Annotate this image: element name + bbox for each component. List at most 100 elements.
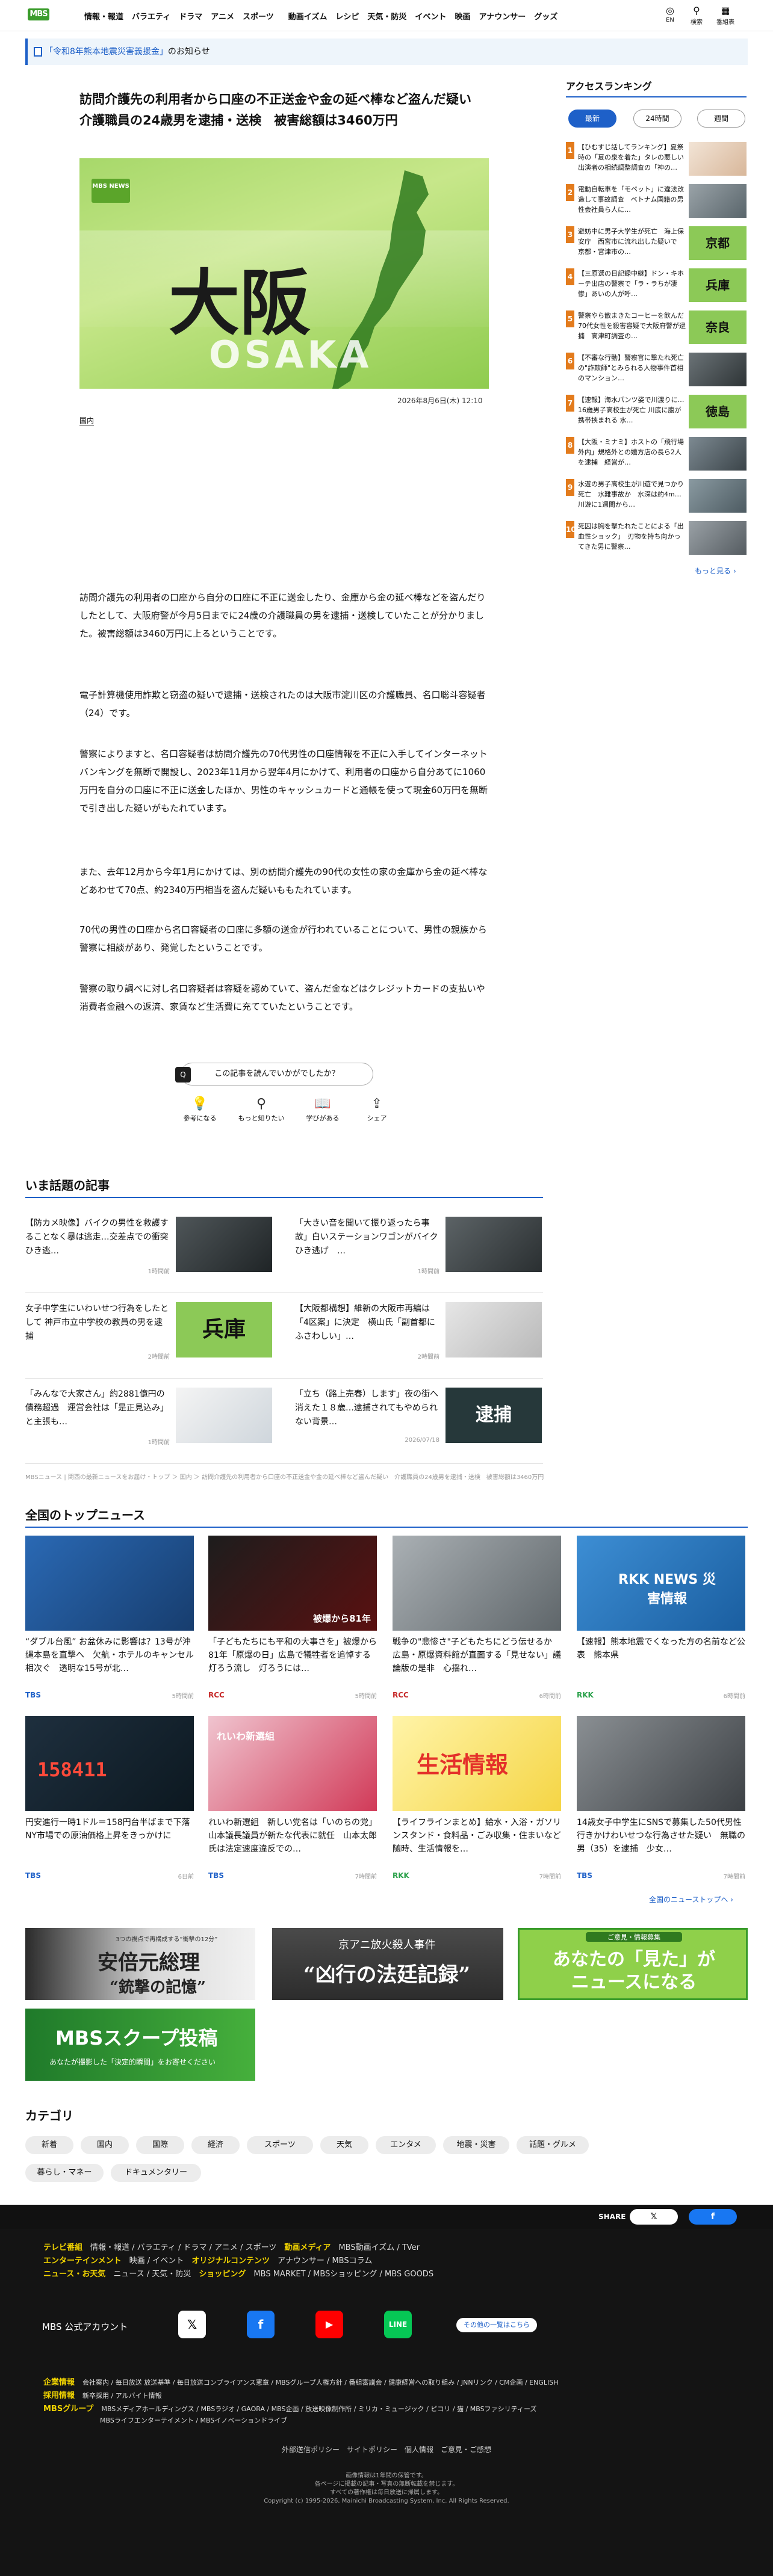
category-chip[interactable]: 天気 bbox=[320, 2136, 368, 2154]
category-chip[interactable]: 新着 bbox=[25, 2136, 73, 2154]
national-news-card[interactable]: れいわ新選組 れいわ新選組 新しい党名は「いのちの党」山本議長議員が新たな代表に就… bbox=[208, 1716, 377, 1891]
ranking-tab-latest[interactable]: 最新 bbox=[568, 110, 616, 128]
ranking-thumbnail bbox=[689, 479, 747, 513]
notice-banner[interactable]: 「令和8年熊本地震災害義援金」のお知らせ bbox=[25, 39, 748, 65]
nav-item[interactable]: アニメ bbox=[211, 10, 234, 22]
national-news-card[interactable]: RKK NEWS 災害情報 【速報】熊本地震でくなった方の名前など公表 熊本県 RK… bbox=[577, 1536, 745, 1710]
nav-item[interactable]: イベント bbox=[415, 10, 446, 22]
ranking-thumbnail: 兵庫 bbox=[689, 268, 747, 302]
share-button[interactable]: ⇪ シェア bbox=[353, 1095, 401, 1123]
ranking-item[interactable]: 2 電動自転車を「モペット」に違法改造して事故調査 ベトナム国籍の男性会社員ら人に… bbox=[566, 184, 747, 226]
breadcrumb[interactable]: MBSニュース | 関西の最新ニュースをお届け・トップ ＞ 国内 ＞ 訪問介護先… bbox=[25, 1472, 748, 1481]
nav-item[interactable]: バラエティ bbox=[132, 10, 170, 22]
national-news-card[interactable]: “ダブル台風” お盆休みに影響は？13号が沖縄本島を直撃へ 欠航・ホテルのキャン… bbox=[25, 1536, 194, 1710]
topic-article[interactable]: 【大阪都構想】維新の大阪市再編は「4区案」に決定 横山氏「副首都にふさわしい」…… bbox=[295, 1302, 548, 1374]
site-header: MBS 情報・報道 バラエティ ドラマ アニメ スポーツ 動画イズム レシピ 天… bbox=[0, 0, 773, 31]
ranking-thumbnail bbox=[689, 437, 747, 471]
youtube-icon[interactable]: ▶ bbox=[315, 2311, 343, 2338]
ranking-more-link[interactable]: もっと見る › bbox=[695, 566, 736, 576]
national-news-card[interactable]: 戦争の"悲惨さ"子どもたちにどう伝せるか 広島・原爆資料館が直面する「見せない」… bbox=[393, 1536, 561, 1710]
article-category-link[interactable]: 国内 bbox=[79, 415, 95, 426]
topic-thumbnail bbox=[176, 1388, 272, 1443]
category-chip[interactable]: ドキュメンタリー bbox=[111, 2164, 201, 2182]
nav-item[interactable]: ドラマ bbox=[179, 10, 202, 22]
nav-item[interactable]: 映画 bbox=[455, 10, 470, 22]
nav-item[interactable]: 天気・防災 bbox=[367, 10, 406, 22]
facebook-share-button[interactable]: f bbox=[689, 2209, 737, 2225]
ranking-item[interactable]: 4 【三原選の日記録中継】ドン・キホーテ出店の警察で「ラ・ラちが凄惨」あいの人が呼… bbox=[566, 268, 747, 310]
kyoani-feature-banner[interactable]: 京アニ放火殺人事件 “凶行の法廷記録” bbox=[272, 1928, 503, 2000]
feedback-learning-button[interactable]: 📖 学びがある bbox=[299, 1095, 347, 1123]
article-date: 2026年8月6日(木) 12:10 bbox=[397, 397, 483, 405]
notice-highlight: 「令和8年熊本地震災害義援金」 bbox=[45, 47, 168, 57]
ranking-thumbnail: 徳島 bbox=[689, 395, 747, 428]
mbs-logo[interactable]: MBS bbox=[28, 8, 49, 20]
category-chip[interactable]: 地震・災害 bbox=[443, 2136, 509, 2154]
topic-article[interactable]: 女子中学生にいわいせつ行為をしたとして 神戸市立中学校の教員の男を逮捕 2時間前兵… bbox=[25, 1302, 278, 1374]
abe-feature-banner[interactable]: 3つの視点で再構成する“衝撃の12分” 安倍元総理 “銃撃の記憶” bbox=[25, 1928, 255, 2000]
feedback-question: Q この記事を読んでいかがでしたか？ bbox=[175, 1063, 373, 1086]
hero-subtitle: OSAKA bbox=[209, 333, 373, 377]
share-icon: ⇪ bbox=[371, 1096, 383, 1111]
ranking-item[interactable]: 8 【大阪・ミナミ】ホストの「飛行場外内」規格外との嬉方店の長ら2人を逮捕 経営が… bbox=[566, 437, 747, 479]
news-thumbnail: れいわ新選組 bbox=[208, 1716, 377, 1811]
ranking-item[interactable]: 7 【速報】海水パンツ姿で川渡りに…16歳男子高校生が死亡 川底に腹が携帯挟まれる… bbox=[566, 395, 747, 437]
article-paragraph: また、去年12月から今年1月にかけては、別の訪問介護先の90代の女性の家の金庫か… bbox=[79, 866, 488, 895]
x-share-button[interactable]: 𝕏 bbox=[630, 2209, 678, 2225]
nav-item[interactable]: スポーツ bbox=[243, 10, 274, 22]
ranking-item[interactable]: 10 死因は胸を撃たれたことによる「出血性ショック」 刃物を持ち向かってきた男に警… bbox=[566, 521, 747, 563]
category-chip[interactable]: スポーツ bbox=[247, 2136, 313, 2154]
topic-article[interactable]: 「みんなで大家さん」約2881億円の債務超過 運営会社は「是正見込み」と主張も…… bbox=[25, 1388, 278, 1460]
national-news-card[interactable]: 被爆から81年 「子どもたちにも平和の大事さを」被爆から81年「原爆の日」広島で犠… bbox=[208, 1536, 377, 1710]
news-thumbnail bbox=[393, 1536, 561, 1631]
more-accounts-link[interactable]: その他の一覧はこちら bbox=[456, 2318, 537, 2332]
search-button[interactable]: ⚲ 検索 bbox=[685, 5, 708, 26]
article-paragraph: 70代の男性の口座から名口容疑者の口座に多額の送金が行われていることについて、男… bbox=[79, 924, 487, 953]
ranking-item[interactable]: 3 避妨中に男子大学生が死亡 海上保安庁 西宮市に流れ出した疑いで 京都・宮津市の… bbox=[566, 226, 747, 268]
nav-item[interactable]: 情報・報道 bbox=[84, 10, 123, 22]
footer: テレビ番組 情報・報道 / バラエティ / ドラマ / アニメ / スポーツ 動… bbox=[0, 2229, 773, 2576]
national-news-title: 全国のトップニュース bbox=[25, 1506, 748, 1528]
ranking-item[interactable]: 6 【不審な行動】警察官に撃たれ死亡の"詐欺師"とみられる人物事件首相のマンション… bbox=[566, 353, 747, 395]
category-chip[interactable]: 国内 bbox=[81, 2136, 129, 2154]
program-guide-button[interactable]: ▦ 番組表 bbox=[714, 5, 737, 26]
nav-item[interactable]: グッズ bbox=[534, 10, 557, 22]
scoop-post-banner[interactable]: MBSスクープ投稿 あなたが撮影した「決定的瞬間」をお寄せください bbox=[25, 2009, 255, 2081]
ranking-item[interactable]: 1 【ひむすじ話してランキング】夏祭時の「夏の泉を着た」タレの悪しい出演者の相続調… bbox=[566, 142, 747, 184]
facebook-icon[interactable]: f bbox=[247, 2311, 275, 2338]
category-chip[interactable]: 経済 bbox=[191, 2136, 240, 2154]
nav-item[interactable]: 動画イズム bbox=[288, 10, 328, 22]
nav-item[interactable]: レシピ bbox=[335, 10, 359, 22]
category-chip[interactable]: 国際 bbox=[136, 2136, 184, 2154]
category-chip[interactable]: エンタメ bbox=[376, 2136, 436, 2154]
language-button[interactable]: ◎ EN bbox=[659, 5, 681, 23]
ranking-thumbnail bbox=[689, 184, 747, 218]
footer-policy-links[interactable]: 外部送信ポリシー サイトポリシー 個人情報 ご意見・ご感想 bbox=[0, 2444, 773, 2454]
nav-item[interactable]: アナウンサー bbox=[479, 10, 526, 22]
national-news-card[interactable]: 158411 円安進行一時1ドル＝158円台半ばまで下落 NY市場での原油価格上昇… bbox=[25, 1716, 194, 1891]
category-chip[interactable]: 暮らし・マネー bbox=[25, 2164, 104, 2182]
category-chip[interactable]: 話題・グルメ bbox=[517, 2136, 589, 2154]
topic-article[interactable]: 【防カメ映像】バイクの男性を救護することなく暴は逃走…交差点での衝突ひき逃… 1時… bbox=[25, 1217, 278, 1289]
feedback-know-more-button[interactable]: ⚲ もっと知りたい bbox=[237, 1095, 285, 1123]
national-news-card[interactable]: 14歳女子中学生にSNSで募集した50代男性行きかけわいせつな行為させた疑い 無… bbox=[577, 1716, 745, 1891]
ranking-tab-24h[interactable]: 24時間 bbox=[633, 110, 681, 128]
national-news-more-link[interactable]: 全国のニューストップへ › bbox=[649, 1894, 733, 1904]
x-icon[interactable]: 𝕏 bbox=[178, 2311, 206, 2338]
ranking-item[interactable]: 9 水遊の男子高校生が川遊で見つかり死亡 水難事故か 水深は約4m…川遊に1週間か… bbox=[566, 479, 747, 521]
ranking-item[interactable]: 5 警察やら散まきたコーヒーを飲んだ70代女性を殺害容疑で大阪府警が逮捕 高津町調… bbox=[566, 310, 747, 353]
ranking-tab-weekly[interactable]: 週間 bbox=[697, 110, 745, 128]
topic-article[interactable]: 「大きい音を聞いて振り返ったら事故」白いステーションワゴンがバイクひき逃げ … 1… bbox=[295, 1217, 548, 1289]
question-icon: Q bbox=[175, 1067, 191, 1083]
search-icon: ⚲ bbox=[693, 5, 700, 16]
topic-thumbnail: 兵庫 bbox=[176, 1302, 272, 1357]
line-icon[interactable]: LINE bbox=[384, 2311, 412, 2338]
topic-thumbnail bbox=[445, 1217, 542, 1272]
reader-report-banner[interactable]: ご意見・情報募集 あなたの「見た」が ニュースになる bbox=[518, 1928, 748, 2000]
ranking-thumbnail bbox=[689, 521, 747, 555]
feedback-helpful-button[interactable]: 💡 参考になる bbox=[176, 1095, 224, 1123]
topic-article[interactable]: 「立ち（路上売春）します」夜の街へ消えた１８歳…逮捕されてもやめられない背景… 2… bbox=[295, 1388, 548, 1460]
menu-icon: ▦ bbox=[721, 5, 730, 16]
book-icon: 📖 bbox=[314, 1096, 331, 1111]
national-news-card[interactable]: 生活情報 【ライフラインまとめ】給水・入浴・ガソリンスタンド・食料品・ごみ収集・住… bbox=[393, 1716, 561, 1891]
